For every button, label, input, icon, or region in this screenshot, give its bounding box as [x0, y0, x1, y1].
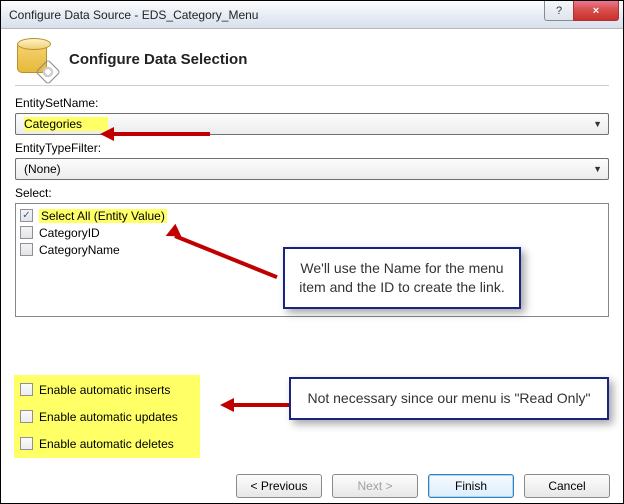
- cancel-button[interactable]: Cancel: [524, 474, 610, 498]
- checkbox-icon[interactable]: [20, 226, 33, 239]
- previous-button[interactable]: < Previous: [236, 474, 322, 498]
- database-icon: [15, 39, 55, 79]
- annotation-arrow: [100, 127, 210, 141]
- checkbox-icon[interactable]: [20, 243, 33, 256]
- enable-inserts-row[interactable]: Enable automatic inserts: [20, 381, 178, 398]
- annotation-text: Not necessary since our menu is "Read On…: [307, 390, 590, 406]
- enable-updates-row[interactable]: Enable automatic updates: [20, 408, 178, 425]
- page-title: Configure Data Selection: [69, 51, 247, 68]
- checkbox-icon[interactable]: ✓: [20, 209, 33, 222]
- close-button[interactable]: ×: [573, 1, 619, 21]
- enable-updates-label: Enable automatic updates: [39, 410, 178, 424]
- entity-set-value: Categories: [24, 117, 108, 131]
- enable-deletes-row[interactable]: Enable automatic deletes: [20, 435, 178, 452]
- list-item[interactable]: ✓ Select All (Entity Value): [20, 207, 604, 224]
- annotation-arrow: [165, 226, 285, 276]
- next-button: Next >: [332, 474, 418, 498]
- window-title: Configure Data Source - EDS_Category_Men…: [9, 8, 258, 22]
- enable-inserts-label: Enable automatic inserts: [39, 383, 170, 397]
- annotation-arrow: [220, 398, 290, 412]
- entity-set-label: EntitySetName:: [15, 96, 609, 110]
- list-item-label: Select All (Entity Value): [39, 209, 167, 223]
- list-item-label: CategoryName: [39, 243, 120, 257]
- checkbox-icon[interactable]: [20, 410, 33, 423]
- list-item[interactable]: CategoryID: [20, 224, 604, 241]
- annotation-text: We'll use the Name for the menu item and…: [299, 260, 504, 295]
- annotation-callout: We'll use the Name for the menu item and…: [283, 247, 521, 309]
- chevron-down-icon: ▼: [593, 119, 602, 129]
- chevron-down-icon: ▼: [593, 164, 602, 174]
- help-button[interactable]: ?: [544, 1, 574, 21]
- checkbox-icon[interactable]: [20, 437, 33, 450]
- entity-type-value: (None): [24, 162, 61, 176]
- enable-deletes-label: Enable automatic deletes: [39, 437, 174, 451]
- select-label: Select:: [15, 186, 609, 200]
- entity-type-dropdown[interactable]: (None) ▼: [15, 158, 609, 180]
- separator: [15, 85, 609, 86]
- title-bar: Configure Data Source - EDS_Category_Men…: [1, 1, 623, 29]
- wizard-button-row: < Previous Next > Finish Cancel: [0, 474, 624, 498]
- finish-button[interactable]: Finish: [428, 474, 514, 498]
- annotation-callout: Not necessary since our menu is "Read On…: [289, 377, 609, 420]
- automatic-options-panel: Enable automatic inserts Enable automati…: [14, 375, 200, 458]
- list-item-label: CategoryID: [39, 226, 100, 240]
- checkbox-icon[interactable]: [20, 383, 33, 396]
- entity-type-label: EntityTypeFilter:: [15, 141, 609, 155]
